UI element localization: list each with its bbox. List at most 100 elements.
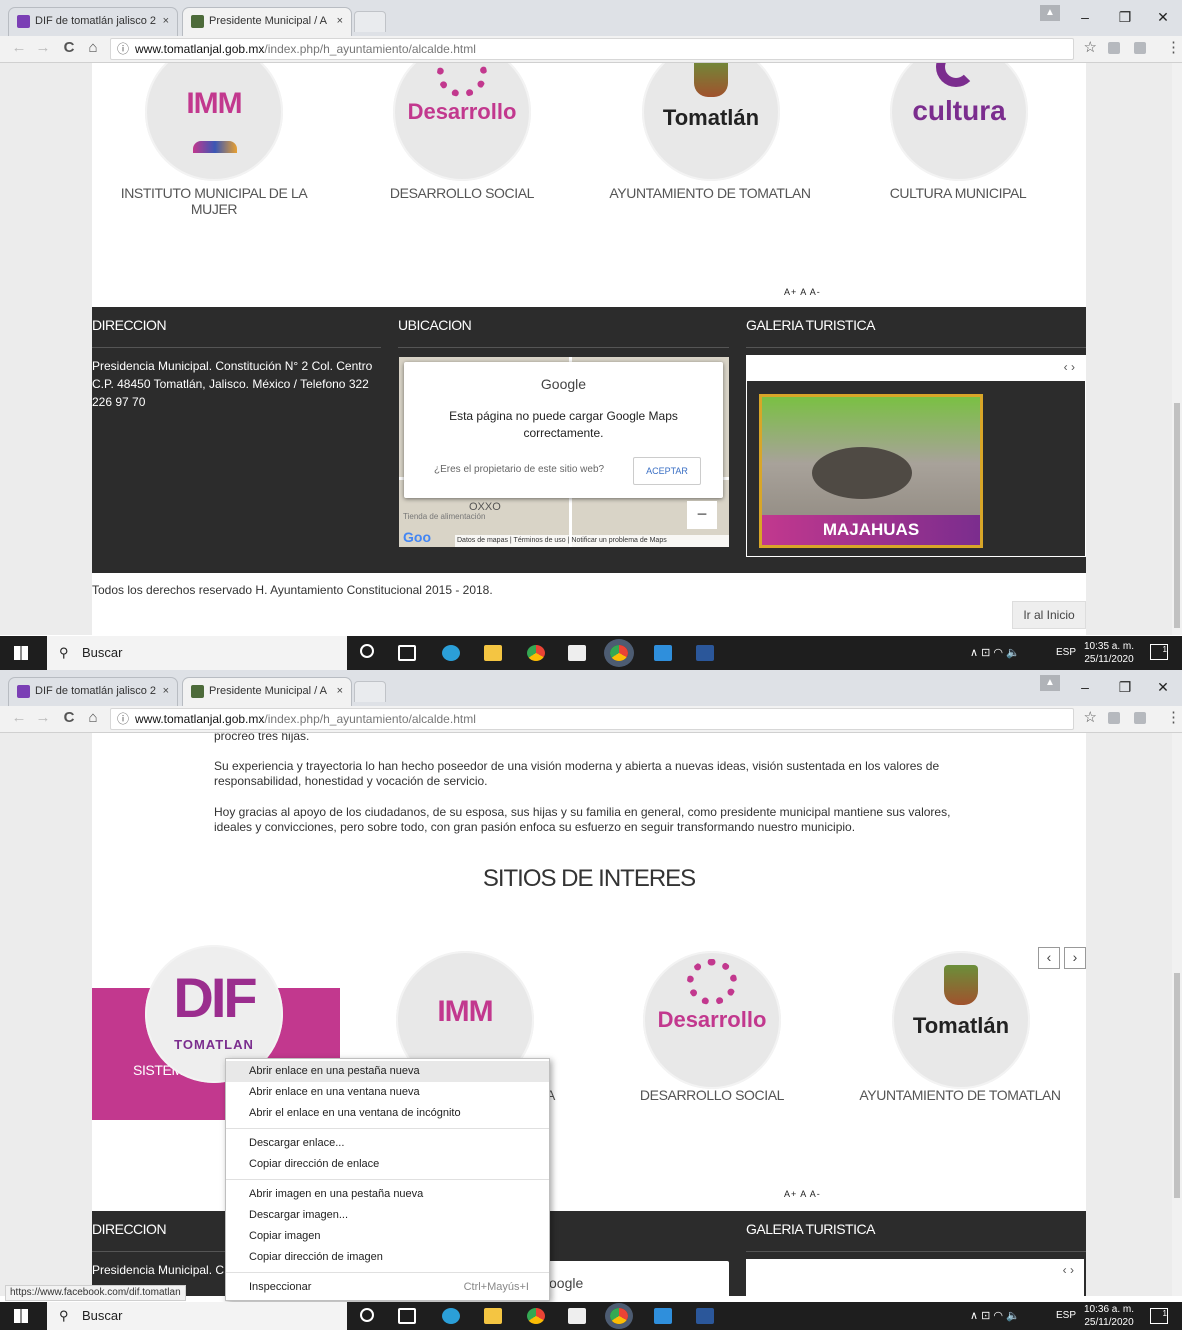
task-view-icon[interactable] — [398, 645, 416, 661]
extension-icon[interactable] — [1134, 42, 1146, 54]
desarrollo-logo-circle[interactable]: Desarrollo — [643, 951, 781, 1089]
notification-icon[interactable]: 1 — [1150, 1308, 1168, 1324]
forward-icon[interactable]: → — [34, 39, 52, 57]
font-size-controls[interactable]: A+ A A- — [784, 287, 821, 297]
back-to-top-button[interactable]: Ir al Inicio — [1012, 601, 1086, 629]
site-label-ayuntamiento[interactable]: AYUNTAMIENTO DE TOMATLAN — [600, 185, 820, 201]
new-tab-button[interactable] — [354, 681, 386, 702]
site-label-cultura[interactable]: CULTURA MUNICIPAL — [848, 185, 1068, 201]
info-icon[interactable]: ⓘ — [117, 709, 129, 729]
menu-copy-link-address[interactable]: Copiar dirección de enlace — [226, 1154, 549, 1175]
carousel-prev-button[interactable]: ‹ — [1038, 947, 1060, 969]
info-icon[interactable]: ⓘ — [117, 39, 129, 59]
profile-icon[interactable]: ▲ — [1040, 675, 1060, 691]
restore-button[interactable]: ❐ — [1110, 676, 1140, 698]
restore-button[interactable]: ❐ — [1110, 6, 1140, 28]
carousel-next-button[interactable]: › — [1064, 947, 1086, 969]
menu-open-link-incognito[interactable]: Abrir el enlace en una ventana de incógn… — [226, 1103, 549, 1124]
gallery-arrows[interactable]: ‹ › — [1064, 360, 1075, 374]
tab-close-icon[interactable]: × — [163, 8, 169, 35]
language-indicator[interactable]: ESP — [1056, 636, 1076, 670]
windows-start-icon[interactable] — [14, 1309, 28, 1323]
windows-start-icon[interactable] — [14, 646, 28, 660]
extension-icon[interactable] — [1108, 712, 1120, 724]
taskbar-search[interactable]: ⚲ Buscar — [47, 1302, 347, 1330]
new-tab-button[interactable] — [354, 11, 386, 32]
system-tray-icons[interactable]: ∧ ⊡ ◠ 🔈 — [970, 636, 1020, 670]
menu-open-link-new-window[interactable]: Abrir enlace en una ventana nueva — [226, 1082, 549, 1103]
cortana-icon[interactable] — [360, 644, 374, 658]
mail-icon[interactable] — [654, 645, 672, 661]
menu-open-link-new-tab[interactable]: Abrir enlace en una pestaña nueva — [226, 1061, 549, 1082]
chrome-active-icon[interactable] — [610, 645, 628, 661]
tomatlan-logo-circle[interactable]: Tomatlán — [892, 951, 1030, 1089]
close-window-button[interactable]: ✕ — [1148, 676, 1178, 698]
tab-dif[interactable]: DIF de tomatlán jalisco 2 × — [8, 677, 178, 706]
menu-copy-image-address[interactable]: Copiar dirección de imagen — [226, 1247, 549, 1268]
profile-icon[interactable]: ▲ — [1040, 5, 1060, 21]
scrollbar[interactable] — [1172, 733, 1182, 1296]
system-tray-icons[interactable]: ∧ ⊡ ◠ 🔈 — [970, 1302, 1020, 1330]
reload-icon[interactable]: C — [60, 39, 78, 57]
menu-inspect[interactable]: Inspeccionar Ctrl+Mayús+I — [226, 1277, 549, 1298]
minimize-button[interactable]: – — [1070, 676, 1100, 698]
file-explorer-icon[interactable] — [484, 645, 502, 661]
imm-logo-circle[interactable]: IMM — [145, 63, 283, 181]
address-bar[interactable]: ⓘ www.tomatlanjal.gob.mx/index.php/h_ayu… — [110, 38, 1097, 60]
edge-icon[interactable] — [442, 645, 460, 661]
scrollbar[interactable] — [1172, 63, 1182, 635]
forward-icon[interactable]: → — [34, 709, 52, 727]
scrollbar-thumb[interactable] — [1174, 973, 1180, 1198]
store-icon[interactable] — [568, 1308, 586, 1324]
tab-close-icon[interactable]: × — [163, 678, 169, 705]
gallery-arrows[interactable]: ‹ › — [1063, 1263, 1074, 1277]
taskbar-clock[interactable]: 10:35 a. m. 25/11/2020 — [1084, 640, 1134, 666]
tab-dif[interactable]: DIF de tomatlán jalisco 2 × — [8, 7, 178, 36]
map-terms[interactable]: Datos de mapas | Términos de uso | Notif… — [455, 535, 729, 547]
zoom-out-button[interactable]: − — [687, 501, 717, 529]
site-label-ayuntamiento[interactable]: AYUNTAMIENTO DE TOMATLAN — [850, 1087, 1070, 1103]
google-map[interactable]: Google Esta página no puede cargar Googl… — [399, 357, 729, 547]
notification-icon[interactable]: 1 — [1150, 644, 1168, 660]
address-bar[interactable]: ⓘ www.tomatlanjal.gob.mx/index.php/h_ayu… — [110, 708, 1097, 730]
extension-icon[interactable] — [1108, 42, 1120, 54]
menu-download-link[interactable]: Descargar enlace... — [226, 1133, 549, 1154]
language-indicator[interactable]: ESP — [1056, 1302, 1076, 1330]
back-icon[interactable]: ← — [10, 709, 28, 727]
cultura-logo-circle[interactable]: cultura — [890, 63, 1028, 181]
close-window-button[interactable]: ✕ — [1148, 6, 1178, 28]
task-view-icon[interactable] — [398, 1308, 416, 1324]
browser-menu-icon[interactable]: ⋮ — [1166, 708, 1181, 726]
chrome-icon[interactable] — [527, 645, 545, 661]
home-icon[interactable]: ⌂ — [84, 39, 102, 57]
bookmark-star-icon[interactable]: ☆ — [1084, 38, 1097, 58]
desarrollo-logo-circle[interactable]: Desarrollo — [393, 63, 531, 181]
chrome-icon[interactable] — [527, 1308, 545, 1324]
menu-copy-image[interactable]: Copiar imagen — [226, 1226, 549, 1247]
mail-icon[interactable] — [654, 1308, 672, 1324]
minimize-button[interactable]: – — [1070, 6, 1100, 28]
tab-close-icon[interactable]: × — [337, 678, 343, 705]
reload-icon[interactable]: C — [60, 709, 78, 727]
menu-open-image-new-tab[interactable]: Abrir imagen en una pestaña nueva — [226, 1184, 549, 1205]
taskbar-search[interactable]: ⚲ Buscar — [47, 636, 347, 670]
back-icon[interactable]: ← — [10, 39, 28, 57]
scrollbar-thumb[interactable] — [1174, 403, 1180, 628]
menu-download-image[interactable]: Descargar imagen... — [226, 1205, 549, 1226]
file-explorer-icon[interactable] — [484, 1308, 502, 1324]
gallery-image-turtle[interactable]: MAJAHUAS — [759, 394, 983, 548]
word-icon[interactable] — [696, 1308, 714, 1324]
taskbar-clock[interactable]: 10:36 a. m. 25/11/2020 — [1084, 1303, 1134, 1329]
site-label-imm[interactable]: INSTITUTO MUNICIPAL DE LA MUJER — [104, 185, 324, 217]
site-label-desarrollo[interactable]: DESARROLLO SOCIAL — [602, 1087, 822, 1103]
tab-presidente[interactable]: Presidente Municipal / A × — [182, 677, 352, 706]
store-icon[interactable] — [568, 645, 586, 661]
cortana-icon[interactable] — [360, 1308, 374, 1322]
maps-accept-button[interactable]: ACEPTAR — [633, 457, 701, 485]
tomatlan-logo-circle[interactable]: Tomatlán — [642, 63, 780, 181]
browser-menu-icon[interactable]: ⋮ — [1166, 38, 1181, 56]
site-label-desarrollo[interactable]: DESARROLLO SOCIAL — [352, 185, 572, 201]
edge-icon[interactable] — [442, 1308, 460, 1324]
chrome-active-icon[interactable] — [610, 1308, 628, 1324]
home-icon[interactable]: ⌂ — [84, 709, 102, 727]
